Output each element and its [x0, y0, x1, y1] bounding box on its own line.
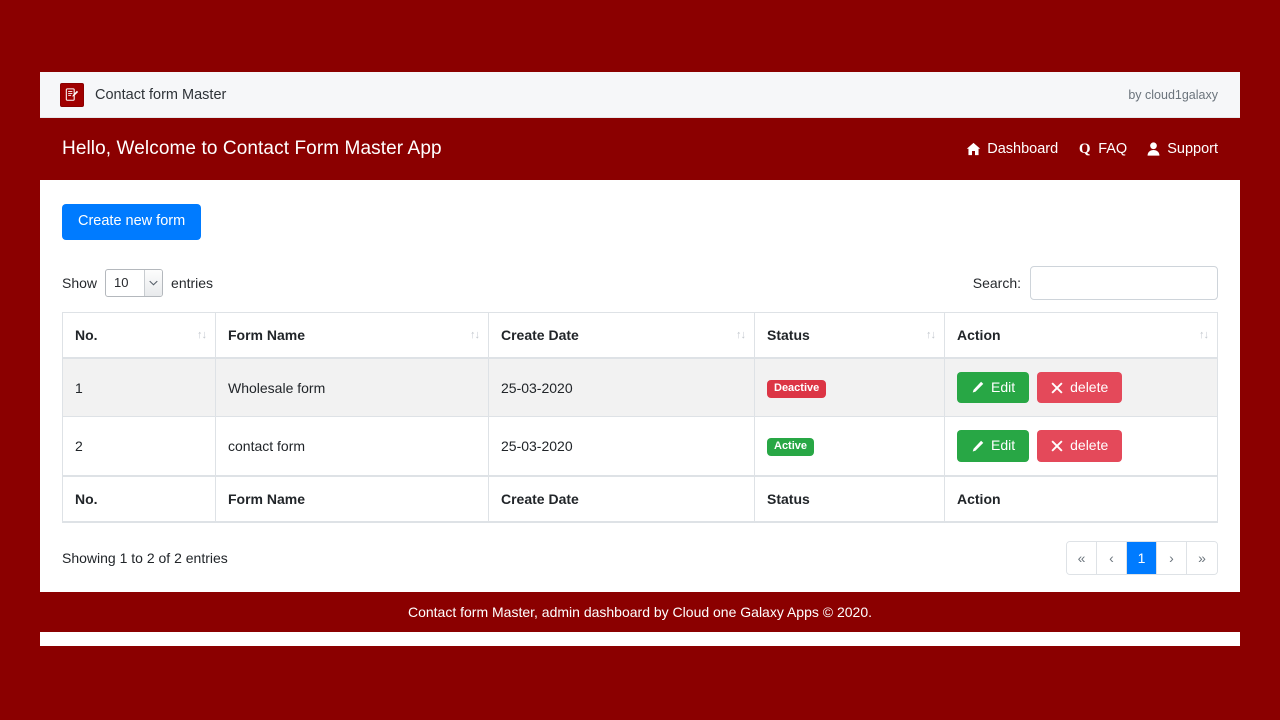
column-header-create-date[interactable]: Create Date ↑↓ — [489, 312, 755, 358]
nav-item-support[interactable]: Support — [1146, 141, 1218, 157]
pencil-icon — [971, 381, 984, 394]
brand-title: Contact form Master — [95, 87, 226, 103]
sort-icon[interactable]: ↑↓ — [736, 329, 745, 341]
create-new-form-button[interactable]: Create new form — [62, 204, 201, 240]
question-icon: Q — [1077, 142, 1092, 157]
edit-button-label: Edit — [991, 438, 1015, 453]
cell-status: Active — [755, 417, 945, 476]
column-header-status[interactable]: Status ↑↓ — [755, 312, 945, 358]
footer-spacer — [40, 632, 1240, 646]
footer-text: Contact form Master, admin dashboard by … — [408, 604, 872, 620]
main-nav: Dashboard Q FAQ Support — [966, 141, 1218, 157]
brand-credit: by cloud1galaxy — [1128, 88, 1218, 102]
entries-select-wrap[interactable]: 10 25 50 100 — [105, 269, 163, 297]
pagination-prev[interactable]: ‹ — [1097, 542, 1127, 574]
sort-icon[interactable]: ↑↓ — [926, 329, 935, 341]
cell-no: 1 — [63, 358, 216, 417]
welcome-header: Hello, Welcome to Contact Form Master Ap… — [40, 118, 1240, 180]
table-head: No. ↑↓ Form Name ↑↓ Create Date ↑↓ Statu… — [63, 312, 1218, 358]
pagination: « ‹ 1 › » — [1066, 541, 1218, 575]
page-footer: Contact form Master, admin dashboard by … — [40, 592, 1240, 632]
cell-status: Deactive — [755, 358, 945, 417]
footer-header-no: No. — [63, 476, 216, 522]
column-header-form-name[interactable]: Form Name ↑↓ — [216, 312, 489, 358]
table-row: 1 Wholesale form 25-03-2020 Deactive — [63, 358, 1218, 417]
edit-button[interactable]: Edit — [957, 430, 1029, 461]
search-input[interactable] — [1030, 266, 1218, 300]
table-header-row: No. ↑↓ Form Name ↑↓ Create Date ↑↓ Statu… — [63, 312, 1218, 358]
cell-form-name: Wholesale form — [216, 358, 489, 417]
edit-button[interactable]: Edit — [957, 372, 1029, 403]
cell-no: 2 — [63, 417, 216, 476]
pencil-icon — [971, 440, 984, 453]
footer-header-create-date: Create Date — [489, 476, 755, 522]
delete-button[interactable]: delete — [1037, 430, 1122, 461]
search-label: Search: — [973, 275, 1021, 291]
action-buttons: Edit delete — [957, 372, 1205, 403]
column-header-create-date-label: Create Date — [501, 327, 579, 343]
nav-item-faq[interactable]: Q FAQ — [1077, 141, 1127, 157]
home-icon — [966, 142, 981, 157]
page-title: Hello, Welcome to Contact Form Master Ap… — [62, 138, 442, 160]
table-body: 1 Wholesale form 25-03-2020 Deactive — [63, 358, 1218, 476]
nav-item-dashboard-label: Dashboard — [987, 141, 1058, 157]
pagination-first[interactable]: « — [1067, 542, 1097, 574]
cell-create-date: 25-03-2020 — [489, 417, 755, 476]
cell-form-name: contact form — [216, 417, 489, 476]
entries-select[interactable]: 10 25 50 100 — [105, 269, 163, 297]
show-label: Show — [62, 275, 97, 291]
edit-button-label: Edit — [991, 380, 1015, 395]
column-header-status-label: Status — [767, 327, 810, 343]
document-edit-icon — [60, 83, 84, 107]
column-header-no[interactable]: No. ↑↓ — [63, 312, 216, 358]
datatable-search: Search: — [973, 266, 1218, 300]
sort-icon[interactable]: ↑↓ — [1199, 329, 1208, 341]
forms-table: No. ↑↓ Form Name ↑↓ Create Date ↑↓ Statu… — [62, 312, 1218, 523]
cell-action: Edit delete — [945, 358, 1218, 417]
datatable-bottom: Showing 1 to 2 of 2 entries « ‹ 1 › » — [62, 540, 1218, 576]
table-foot: No. Form Name Create Date Status Action — [63, 476, 1218, 522]
delete-button-label: delete — [1070, 380, 1108, 395]
pagination-last[interactable]: » — [1187, 542, 1217, 574]
nav-item-dashboard[interactable]: Dashboard — [966, 141, 1058, 157]
entries-length-control: Show 10 25 50 100 entries — [62, 269, 213, 297]
status-badge: Deactive — [767, 380, 826, 398]
datatable-info: Showing 1 to 2 of 2 entries — [62, 550, 228, 566]
action-buttons: Edit delete — [957, 430, 1205, 461]
cell-create-date: 25-03-2020 — [489, 358, 755, 417]
footer-header-action: Action — [945, 476, 1218, 522]
sort-icon[interactable]: ↑↓ — [197, 329, 206, 341]
close-icon — [1051, 440, 1063, 452]
nav-item-faq-label: FAQ — [1098, 141, 1127, 157]
datatable-controls: Show 10 25 50 100 entries — [62, 268, 1218, 298]
table-row: 2 contact form 25-03-2020 Active — [63, 417, 1218, 476]
entries-label: entries — [171, 275, 213, 291]
nav-item-support-label: Support — [1167, 141, 1218, 157]
app-window: Contact form Master by cloud1galaxy Hell… — [40, 72, 1240, 646]
brand-logo-group[interactable]: Contact form Master — [60, 83, 226, 107]
footer-header-form-name: Form Name — [216, 476, 489, 522]
footer-header-status: Status — [755, 476, 945, 522]
delete-button[interactable]: delete — [1037, 372, 1122, 403]
column-header-no-label: No. — [75, 327, 98, 343]
close-icon — [1051, 382, 1063, 394]
status-badge: Active — [767, 438, 814, 456]
column-header-action[interactable]: Action ↑↓ — [945, 312, 1218, 358]
sort-icon[interactable]: ↑↓ — [470, 329, 479, 341]
column-header-form-name-label: Form Name — [228, 327, 305, 343]
column-header-action-label: Action — [957, 327, 1001, 343]
user-icon — [1146, 142, 1161, 157]
pagination-page-1[interactable]: 1 — [1127, 542, 1157, 574]
main-content: Create new form Show 10 25 50 100 — [40, 180, 1240, 592]
table-footer-row: No. Form Name Create Date Status Action — [63, 476, 1218, 522]
cell-action: Edit delete — [945, 417, 1218, 476]
brand-bar: Contact form Master by cloud1galaxy — [40, 72, 1240, 118]
delete-button-label: delete — [1070, 438, 1108, 453]
pagination-next[interactable]: › — [1157, 542, 1187, 574]
